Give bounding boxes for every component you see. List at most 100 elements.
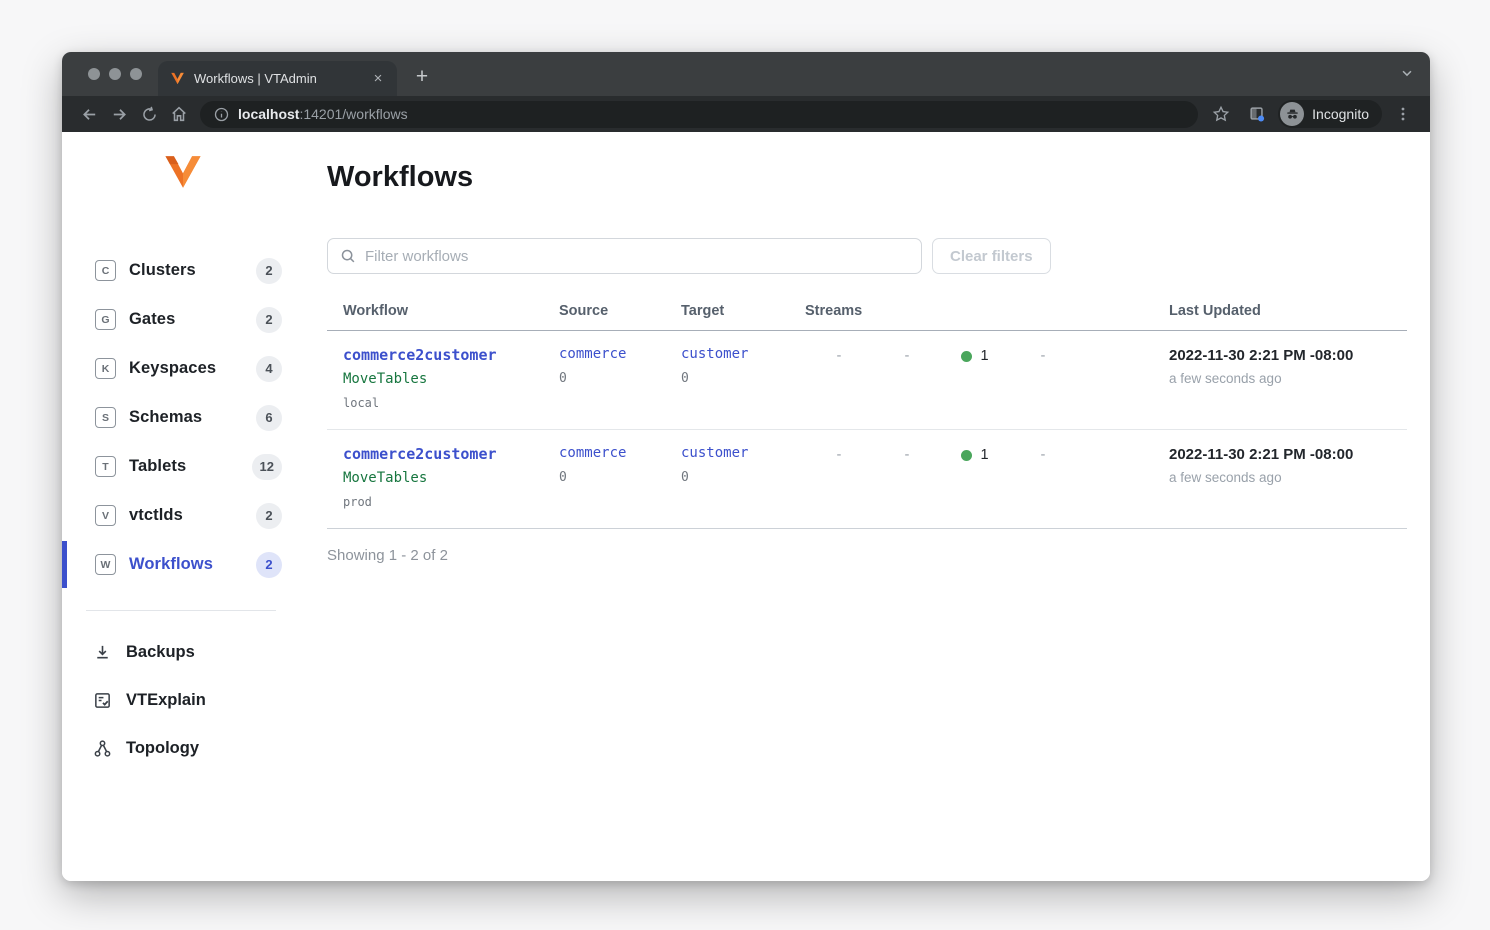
tab-strip: Workflows | VTAdmin × + xyxy=(62,52,1430,96)
workflow-link[interactable]: commerce2customer xyxy=(343,445,559,463)
source-cell: commerce 0 xyxy=(559,346,681,410)
browser-window: Workflows | VTAdmin × + xyxy=(62,52,1430,881)
sidebar-item-backups[interactable]: Backups xyxy=(62,628,300,676)
target-cell: customer 0 xyxy=(681,445,805,509)
streams-copying-value: - xyxy=(805,346,873,364)
sidebar-item-topology[interactable]: Topology xyxy=(62,724,300,772)
streams-running-value: 1 xyxy=(941,445,1009,463)
new-tab-button[interactable]: + xyxy=(408,63,436,91)
sidebar-item-keyspaces[interactable]: K Keyspaces 4 xyxy=(62,344,300,393)
home-icon[interactable] xyxy=(164,100,194,128)
clusters-letter-icon: C xyxy=(95,260,116,281)
target-shards: 0 xyxy=(681,371,805,386)
sidebar-item-vtctlds[interactable]: V vtctlds 2 xyxy=(62,491,300,540)
sidebar-item-clusters[interactable]: C Clusters 2 xyxy=(62,246,300,295)
count-badge: 2 xyxy=(256,307,282,333)
url-text[interactable]: localhost:14201/workflows xyxy=(238,106,408,122)
browser-toolbar: localhost:14201/workflows xyxy=(62,96,1430,132)
url-bar[interactable]: localhost:14201/workflows xyxy=(200,101,1198,128)
count-badge: 2 xyxy=(256,552,282,578)
topology-icon xyxy=(93,739,112,758)
tab-title: Workflows | VTAdmin xyxy=(194,71,360,86)
source-shards: 0 xyxy=(559,470,681,485)
sidebar-item-tablets[interactable]: T Tablets 12 xyxy=(62,442,300,491)
search-icon xyxy=(340,248,356,264)
sidebar-item-label: Backups xyxy=(126,643,195,662)
tablets-letter-icon: T xyxy=(95,456,116,477)
workflows-table: Workflow Source Target Streams Last Upda… xyxy=(327,303,1407,529)
running-dot-icon xyxy=(961,450,972,461)
last-updated-cell: 2022-11-30 2:21 PM -08:00 a few seconds … xyxy=(1169,346,1407,410)
incognito-label: Incognito xyxy=(1312,106,1369,122)
sidebar-item-schemas[interactable]: S Schemas 6 xyxy=(62,393,300,442)
sidebar-item-workflows[interactable]: W Workflows 2 xyxy=(62,540,300,589)
workflow-link[interactable]: commerce2customer xyxy=(343,346,559,364)
sidebar-item-gates[interactable]: G Gates 2 xyxy=(62,295,300,344)
extension-icon[interactable] xyxy=(1242,100,1272,128)
source-keyspace-link[interactable]: commerce xyxy=(559,346,681,362)
running-count: 1 xyxy=(980,348,988,364)
window-zoom-button[interactable] xyxy=(130,68,142,80)
streams-cell: - - 1 - xyxy=(805,346,1169,410)
target-keyspace-link[interactable]: customer xyxy=(681,445,805,461)
vitess-favicon xyxy=(170,72,185,85)
sidebar-item-label: VTExplain xyxy=(126,691,206,710)
forward-icon[interactable] xyxy=(104,100,134,128)
url-path: :14201/workflows xyxy=(299,106,407,122)
count-badge: 4 xyxy=(256,356,282,382)
table-row: commerce2customer MoveTables local comme… xyxy=(327,331,1407,430)
toolbar-right-icons: Incognito xyxy=(1206,100,1418,128)
sidebar-item-label: Tablets xyxy=(129,457,186,476)
streams-running-value: 1 xyxy=(941,346,1009,364)
filter-workflows-input[interactable] xyxy=(365,248,909,265)
source-cell: commerce 0 xyxy=(559,445,681,509)
count-badge: 12 xyxy=(252,454,282,480)
sidebar-item-vtexplain[interactable]: VTExplain xyxy=(62,676,300,724)
back-icon[interactable] xyxy=(74,100,104,128)
column-header-last-updated: Last Updated xyxy=(1169,303,1407,319)
count-badge: 2 xyxy=(256,503,282,529)
streams-error-value: - xyxy=(873,445,941,463)
reload-icon[interactable] xyxy=(134,100,164,128)
column-header-source: Source xyxy=(559,303,681,319)
table-header-row: Workflow Source Target Streams Last Upda… xyxy=(327,303,1407,331)
target-shards: 0 xyxy=(681,470,805,485)
last-updated-cell: 2022-11-30 2:21 PM -08:00 a few seconds … xyxy=(1169,445,1407,509)
chevron-down-icon[interactable] xyxy=(1400,66,1414,85)
column-header-streams: Streams xyxy=(805,303,1169,319)
workflow-cell: commerce2customer MoveTables local xyxy=(327,346,559,410)
workflows-letter-icon: W xyxy=(95,554,116,575)
table-row: commerce2customer MoveTables prod commer… xyxy=(327,430,1407,529)
page-title: Workflows xyxy=(327,161,1407,194)
column-header-workflow: Workflow xyxy=(327,303,559,319)
workflow-type: MoveTables xyxy=(343,470,559,486)
download-icon xyxy=(93,643,112,662)
tab-close-icon[interactable]: × xyxy=(369,70,387,88)
filter-box[interactable] xyxy=(327,238,922,274)
incognito-badge[interactable]: Incognito xyxy=(1278,100,1382,128)
window-close-button[interactable] xyxy=(88,68,100,80)
sidebar-item-label: Keyspaces xyxy=(129,359,216,378)
vitess-logo xyxy=(162,154,204,190)
count-badge: 6 xyxy=(256,405,282,431)
sidebar-item-label: Workflows xyxy=(129,555,213,574)
sidebar-divider xyxy=(86,610,276,611)
updated-timestamp: 2022-11-30 2:21 PM -08:00 xyxy=(1169,445,1407,463)
target-keyspace-link[interactable]: customer xyxy=(681,346,805,362)
sidebar-item-label: Gates xyxy=(129,310,175,329)
running-count: 1 xyxy=(980,447,988,463)
workflow-cluster: prod xyxy=(343,495,559,509)
source-keyspace-link[interactable]: commerce xyxy=(559,445,681,461)
window-minimize-button[interactable] xyxy=(109,68,121,80)
browser-tab[interactable]: Workflows | VTAdmin × xyxy=(158,61,397,96)
pagination-summary: Showing 1 - 2 of 2 xyxy=(327,547,1407,564)
menu-kebab-icon[interactable] xyxy=(1388,100,1418,128)
bookmark-star-icon[interactable] xyxy=(1206,100,1236,128)
info-icon[interactable] xyxy=(214,107,229,122)
clear-filters-button[interactable]: Clear filters xyxy=(932,238,1051,274)
streams-copying-value: - xyxy=(805,445,873,463)
target-cell: customer 0 xyxy=(681,346,805,410)
streams-cell: - - 1 - xyxy=(805,445,1169,509)
updated-timestamp: 2022-11-30 2:21 PM -08:00 xyxy=(1169,346,1407,364)
window-controls[interactable] xyxy=(88,68,142,80)
